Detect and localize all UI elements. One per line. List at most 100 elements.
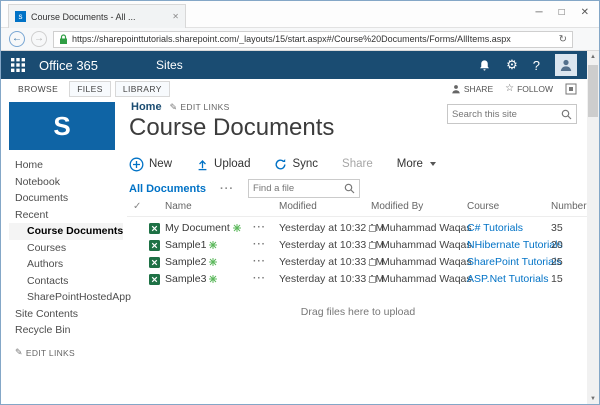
new-button[interactable]: New bbox=[129, 157, 172, 172]
file-name-text[interactable]: My Document bbox=[165, 222, 230, 234]
select-all-check-icon[interactable]: ✓ bbox=[133, 201, 141, 212]
sidebar-item-notebook[interactable]: Notebook bbox=[9, 174, 123, 191]
vertical-scrollbar[interactable]: ▲ ▼ bbox=[587, 51, 599, 405]
follow-star-icon: ☆ bbox=[505, 83, 514, 94]
find-a-file-box[interactable] bbox=[248, 179, 360, 198]
site-search-input[interactable] bbox=[452, 109, 561, 120]
list-header-row: ✓ Name Modified Modified By Course Numbe… bbox=[127, 199, 589, 217]
more-menu-button[interactable]: More bbox=[397, 158, 436, 170]
sidebar-item-home[interactable]: Home bbox=[9, 157, 123, 174]
table-row[interactable]: Sample1 ··· Yesterday at 10:33 AM Muhamm… bbox=[127, 237, 589, 254]
close-button[interactable]: ✕ bbox=[581, 7, 589, 18]
course-link[interactable]: ASP.Net Tutorials bbox=[467, 273, 549, 285]
scroll-up-icon[interactable]: ▲ bbox=[587, 51, 599, 63]
presence-indicator bbox=[369, 242, 376, 249]
table-row[interactable]: Sample3 ··· Yesterday at 10:33 AM Muhamm… bbox=[127, 271, 589, 288]
column-header-number[interactable]: Number bbox=[551, 201, 587, 212]
tab-browse[interactable]: BROWSE bbox=[11, 82, 65, 96]
modified-by-value[interactable]: Muhammad Waqas bbox=[381, 273, 472, 285]
sidebar-item-sharepointhostedapp[interactable]: SharePointHostedApp bbox=[9, 289, 123, 306]
sidebar-item-courses[interactable]: Courses bbox=[9, 240, 123, 257]
sidebar-item-recycle-bin[interactable]: Recycle Bin bbox=[9, 322, 123, 339]
more-label: More bbox=[397, 158, 423, 170]
share-button[interactable]: Share bbox=[342, 158, 373, 170]
tab-library[interactable]: LIBRARY bbox=[115, 81, 170, 97]
settings-gear-icon[interactable]: ⚙ bbox=[506, 57, 518, 73]
sidebar-item-contacts[interactable]: Contacts bbox=[9, 273, 123, 290]
modified-by-value[interactable]: Muhammad Waqas bbox=[381, 256, 472, 268]
pencil-icon: ✎ bbox=[170, 102, 178, 113]
new-item-starburst-icon bbox=[209, 241, 217, 249]
upload-button[interactable]: Upload bbox=[196, 158, 250, 171]
help-icon[interactable]: ? bbox=[533, 58, 540, 73]
item-menu-ellipsis[interactable]: ··· bbox=[253, 273, 266, 284]
site-search-box[interactable] bbox=[447, 104, 577, 124]
edit-links-label: EDIT LINKS bbox=[180, 102, 229, 112]
item-menu-ellipsis[interactable]: ··· bbox=[253, 222, 266, 233]
maximize-button[interactable]: □ bbox=[559, 7, 565, 18]
follow-action[interactable]: ☆ FOLLOW bbox=[505, 83, 553, 94]
sidebar-item-documents[interactable]: Documents bbox=[9, 190, 123, 207]
view-all-documents[interactable]: All Documents bbox=[129, 183, 206, 195]
focus-on-content-button[interactable] bbox=[565, 83, 577, 95]
refresh-icon[interactable]: ↻ bbox=[559, 34, 567, 45]
app-launcher-icon[interactable] bbox=[11, 58, 25, 72]
presence-indicator bbox=[369, 225, 376, 232]
search-icon[interactable] bbox=[344, 183, 355, 194]
scrollbar-thumb[interactable] bbox=[588, 65, 598, 117]
table-row[interactable]: Sample2 ··· Yesterday at 10:33 AM Muhamm… bbox=[127, 254, 589, 271]
browser-tab[interactable]: s Course Documents - All ... ✕ bbox=[8, 4, 186, 28]
table-row[interactable]: My Document ··· Yesterday at 10:32 AM Mu… bbox=[127, 220, 589, 237]
scroll-down-icon[interactable]: ▼ bbox=[587, 393, 599, 405]
modified-by-value[interactable]: Muhammad Waqas bbox=[381, 222, 472, 234]
share-action[interactable]: SHARE bbox=[451, 84, 493, 94]
item-menu-ellipsis[interactable]: ··· bbox=[253, 256, 266, 267]
sidebar-item-authors[interactable]: Authors bbox=[9, 256, 123, 273]
forward-button[interactable]: → bbox=[31, 31, 47, 47]
column-header-course[interactable]: Course bbox=[467, 201, 499, 212]
course-link[interactable]: SharePoint Tutorials bbox=[467, 256, 562, 268]
minimize-button[interactable]: ─ bbox=[535, 7, 542, 18]
column-header-name[interactable]: Name bbox=[165, 201, 192, 212]
sites-link[interactable]: Sites bbox=[156, 58, 183, 72]
share-label: SHARE bbox=[464, 84, 493, 94]
header-edit-links[interactable]: ✎ EDIT LINKS bbox=[170, 102, 230, 113]
quick-launch-nav: Home Notebook Documents Recent Course Do… bbox=[9, 157, 123, 339]
sidebar-item-course-documents[interactable]: Course Documents bbox=[9, 223, 123, 240]
user-avatar[interactable] bbox=[555, 54, 577, 76]
new-item-starburst-icon bbox=[209, 258, 217, 266]
column-header-modified-by[interactable]: Modified By bbox=[371, 201, 423, 212]
follow-label: FOLLOW bbox=[517, 84, 553, 94]
office365-brand[interactable]: Office 365 bbox=[39, 58, 98, 73]
sharepoint-site-logo[interactable]: S bbox=[9, 102, 115, 150]
course-link[interactable]: C# Tutorials bbox=[467, 222, 523, 234]
notifications-bell-icon[interactable] bbox=[478, 59, 491, 72]
sidebar-section-recent[interactable]: Recent bbox=[9, 207, 123, 224]
file-name-text[interactable]: Sample1 bbox=[165, 239, 206, 251]
sidebar-edit-links[interactable]: ✎ EDIT LINKS bbox=[15, 347, 75, 358]
file-name: Sample3 bbox=[165, 273, 217, 285]
find-a-file-input[interactable] bbox=[253, 183, 344, 194]
item-menu-ellipsis[interactable]: ··· bbox=[253, 239, 266, 250]
sync-button[interactable]: Sync bbox=[274, 158, 318, 171]
tab-files[interactable]: FILES bbox=[69, 81, 111, 97]
upload-label: Upload bbox=[214, 158, 250, 170]
course-link[interactable]: NHibernate Tutorials bbox=[467, 239, 563, 251]
view-ellipsis-icon[interactable]: ··· bbox=[220, 183, 234, 195]
file-name-text[interactable]: Sample2 bbox=[165, 256, 206, 268]
new-label: New bbox=[149, 158, 172, 170]
url-bar[interactable]: https://sharepointtutorials.sharepoint.c… bbox=[53, 31, 573, 48]
file-name-text[interactable]: Sample3 bbox=[165, 273, 206, 285]
sidebar-item-site-contents[interactable]: Site Contents bbox=[9, 306, 123, 323]
url-text: https://sharepointtutorials.sharepoint.c… bbox=[72, 34, 555, 44]
modified-by-value[interactable]: Muhammad Waqas bbox=[381, 239, 472, 251]
search-icon[interactable] bbox=[561, 109, 572, 120]
column-header-modified[interactable]: Modified bbox=[279, 201, 317, 212]
sharepoint-favicon: s bbox=[15, 11, 26, 22]
back-button[interactable]: ← bbox=[9, 31, 25, 47]
new-item-starburst-icon bbox=[233, 224, 241, 232]
tab-close-icon[interactable]: ✕ bbox=[172, 12, 179, 21]
browser-addressbar: ← → https://sharepointtutorials.sharepoi… bbox=[1, 28, 599, 51]
excel-file-icon bbox=[149, 257, 160, 271]
breadcrumb-home-link[interactable]: Home bbox=[131, 101, 162, 113]
